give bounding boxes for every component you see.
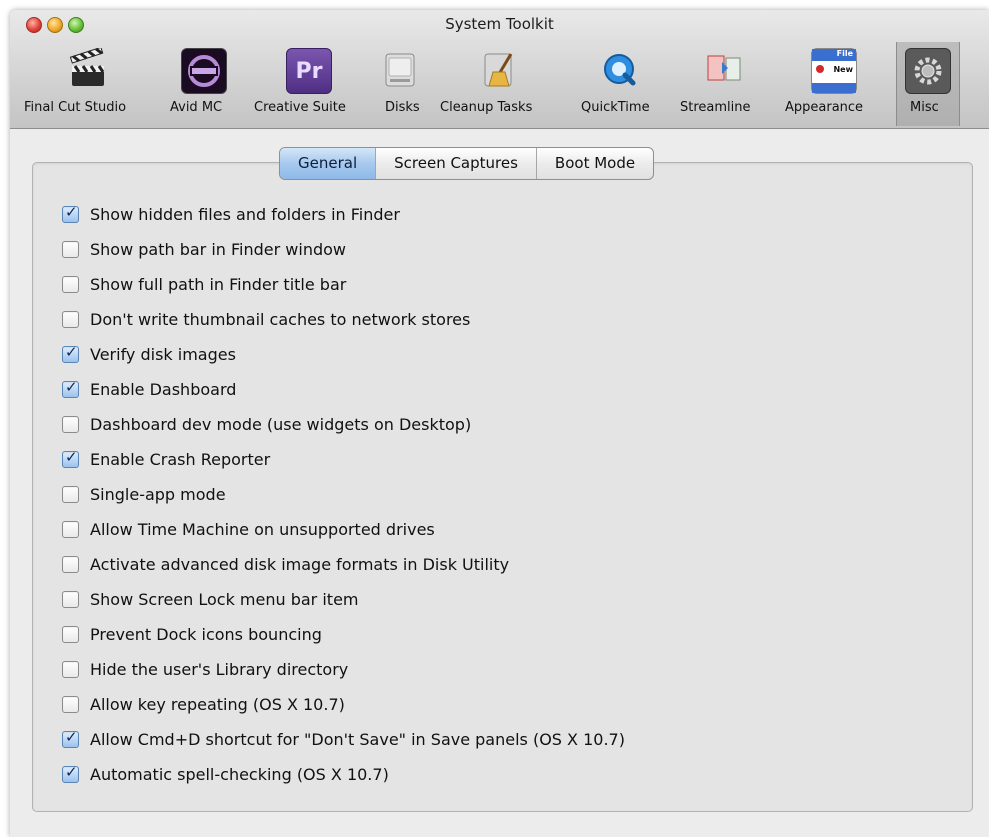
checkbox[interactable] [62,695,79,713]
toolbar-item-creative-suite[interactable]: Pr Creative Suite [250,42,368,126]
title-bar: System Toolkit Final Cut Studio Avid MC … [10,10,989,129]
appearance-icon-new-text: New [833,65,853,74]
option-label: Single-app mode [90,484,226,504]
menu-window-icon: File New [811,48,857,94]
option-label: Dashboard dev mode (use widgets on Deskt… [90,414,472,434]
avid-media-composer-icon [181,48,227,94]
premiere-pro-icon-text: Pr [295,58,323,84]
option-label: Hide the user's Library directory [90,659,349,679]
checkbox[interactable]: ✓ [62,447,79,468]
quicktime-icon [598,48,642,92]
hard-disk-icon [378,48,422,92]
option-cmd-d-dont-save[interactable]: ✓ Allow Cmd+D shortcut for "Don't Save" … [62,727,822,751]
option-label: Allow key repeating (OS X 10.7) [90,694,345,714]
checkmark-icon: ✓ [65,342,78,361]
toolbar-item-streamline[interactable]: Streamline [674,42,774,126]
option-label: Enable Crash Reporter [90,449,271,469]
option-label: Allow Time Machine on unsupported drives [90,519,435,539]
option-hide-user-library[interactable]: Hide the user's Library directory [62,657,822,681]
checkbox[interactable] [62,555,79,573]
option-label: Allow Cmd+D shortcut for "Don't Save" in… [90,729,625,749]
toolbar-label-misc: Misc [910,100,939,115]
option-dashboard-dev-mode[interactable]: Dashboard dev mode (use widgets on Deskt… [62,412,822,436]
checkbox[interactable] [62,275,79,293]
window-title: System Toolkit [445,15,554,33]
tab-bar: General Screen Captures Boot Mode [279,147,655,180]
toolbar-item-avid-mc[interactable]: Avid MC [164,42,244,126]
toolbar-item-disks[interactable]: Disks [375,42,425,126]
checkmark-icon: ✓ [65,447,78,466]
tab-boot-mode[interactable]: Boot Mode [537,148,653,179]
option-show-hidden-files[interactable]: ✓ Show hidden files and folders in Finde… [62,202,822,226]
toolbar-label-avid-mc: Avid MC [170,100,223,115]
tab-general[interactable]: General [280,148,377,179]
checkbox[interactable] [62,310,79,328]
option-enable-crash-reporter[interactable]: ✓ Enable Crash Reporter [62,447,822,471]
option-show-full-path-title[interactable]: Show full path in Finder title bar [62,272,822,296]
option-label: Automatic spell-checking (OS X 10.7) [90,764,389,784]
premiere-pro-icon: Pr [286,48,332,94]
option-label: Show path bar in Finder window [90,239,347,259]
option-automatic-spell-checking[interactable]: ✓ Automatic spell-checking (OS X 10.7) [62,762,822,786]
system-toolkit-window: System Toolkit Final Cut Studio Avid MC … [10,10,989,837]
toolbar-label-final-cut-studio: Final Cut Studio [24,100,127,115]
toolbar-item-misc[interactable]: Misc [896,42,960,126]
option-label: Activate advanced disk image formats in … [90,554,510,574]
toolbar-label-disks: Disks [385,100,420,115]
checkmark-icon: ✓ [65,727,78,746]
checkmark-icon: ✓ [65,762,78,781]
checkbox[interactable] [62,240,79,258]
option-label: Show hidden files and folders in Finder [90,204,400,224]
option-no-thumbnail-caches[interactable]: Don't write thumbnail caches to network … [62,307,822,331]
checkbox[interactable]: ✓ [62,727,79,748]
checkmark-icon: ✓ [65,377,78,396]
checkbox[interactable]: ✓ [62,202,79,223]
clapperboard-icon [66,48,110,92]
toolbar-label-appearance: Appearance [785,100,864,115]
option-verify-disk-images[interactable]: ✓ Verify disk images [62,342,822,366]
option-time-machine-unsupported[interactable]: Allow Time Machine on unsupported drives [62,517,822,541]
checkbox[interactable] [62,520,79,538]
tab-screen-captures[interactable]: Screen Captures [376,148,537,179]
toolbar-label-quicktime: QuickTime [581,100,650,115]
option-advanced-disk-formats[interactable]: Activate advanced disk image formats in … [62,552,822,576]
option-label: Don't write thumbnail caches to network … [90,309,471,329]
toolbar-item-quicktime[interactable]: QuickTime [575,42,665,126]
gear-icon [905,48,951,94]
toolbar-label-creative-suite: Creative Suite [254,100,346,115]
checkbox[interactable] [62,660,79,678]
toolbar-item-cleanup-tasks[interactable]: Cleanup Tasks [434,42,564,126]
checkbox[interactable]: ✓ [62,377,79,398]
option-enable-dashboard[interactable]: ✓ Enable Dashboard [62,377,822,401]
option-key-repeating[interactable]: Allow key repeating (OS X 10.7) [62,692,822,716]
option-label: Verify disk images [90,344,236,364]
checkbox[interactable]: ✓ [62,342,79,363]
toolbar-item-final-cut-studio[interactable]: Final Cut Studio [18,42,158,126]
checkbox[interactable] [62,485,79,503]
option-label: Prevent Dock icons bouncing [90,624,322,644]
checkmark-icon: ✓ [65,202,78,221]
documents-icon [702,48,746,92]
broom-icon [477,48,521,92]
option-single-app-mode[interactable]: Single-app mode [62,482,822,506]
toolbar-item-appearance[interactable]: File New Appearance [780,42,888,126]
option-label: Show full path in Finder title bar [90,274,347,294]
checkbox[interactable] [62,625,79,643]
appearance-icon-file-text: File [836,49,853,58]
option-label: Enable Dashboard [90,379,237,399]
option-label: Show Screen Lock menu bar item [90,589,359,609]
toolbar-label-cleanup-tasks: Cleanup Tasks [440,100,533,115]
option-show-path-bar[interactable]: Show path bar in Finder window [62,237,822,261]
checkbox[interactable]: ✓ [62,762,79,783]
checkbox[interactable] [62,415,79,433]
option-prevent-dock-bouncing[interactable]: Prevent Dock icons bouncing [62,622,822,646]
toolbar-label-streamline: Streamline [680,100,751,115]
checkbox[interactable] [62,590,79,608]
option-screen-lock-menu[interactable]: Show Screen Lock menu bar item [62,587,822,611]
